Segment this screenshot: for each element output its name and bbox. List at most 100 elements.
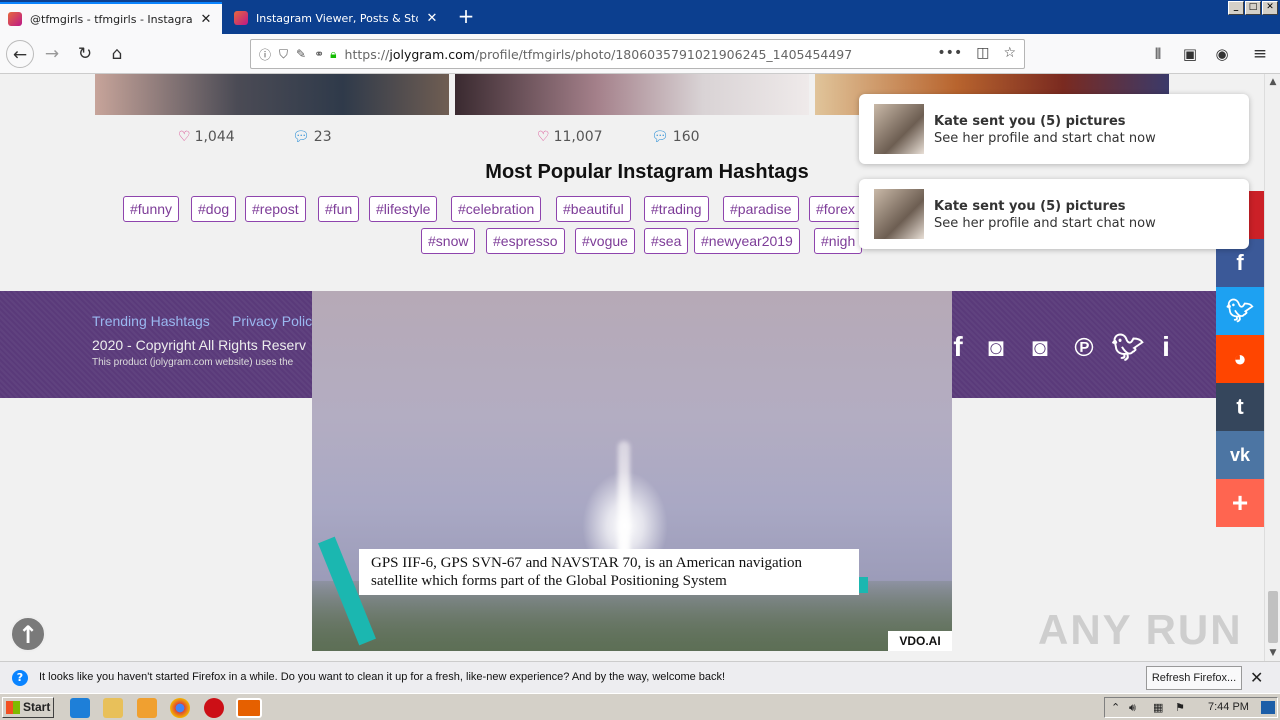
link-icon[interactable]: ⚭ (314, 47, 324, 61)
notification-title: Kate sent you (5) pictures (934, 114, 1126, 129)
flag-icon[interactable]: ⚑ (1175, 701, 1185, 714)
page-scrollbar[interactable]: ▲ ▼ (1264, 74, 1280, 661)
page-actions-icon[interactable]: ••• (937, 45, 962, 61)
sidebar-icon[interactable]: ▣ (1176, 40, 1204, 68)
close-icon[interactable]: ✕ (1250, 668, 1263, 687)
hashtag-link[interactable]: #forex (809, 196, 862, 222)
scroll-up-arrow-icon[interactable]: ▲ (1265, 74, 1280, 90)
hashtag-link[interactable]: #funny (123, 196, 180, 222)
video-ad-player[interactable]: GPS IIF-6, GPS SVN-67 and NAVSTAR 70, is… (312, 291, 952, 651)
footer-link-trending-hashtags[interactable]: Trending Hashtags (92, 313, 210, 329)
hashtag-link[interactable]: #nigh (814, 228, 863, 254)
share-tumblr-button[interactable]: t (1216, 383, 1264, 431)
chat-notification[interactable]: Kate sent you (5) pictures See her profi… (859, 179, 1249, 249)
instagram-icon[interactable]: ◙ (978, 329, 1014, 365)
caption-line: satellite which forms part of the Global… (371, 573, 727, 589)
ie-icon[interactable] (70, 698, 90, 718)
account-icon[interactable]: ◉ (1208, 40, 1236, 68)
hashtag-link[interactable]: #paradise (723, 196, 799, 222)
footer-link-privacy-policy[interactable]: Privacy Polic (232, 313, 312, 329)
instagram-icon[interactable]: ◙ (1022, 329, 1058, 365)
hashtag-link[interactable]: #celebration (451, 196, 542, 222)
hashtag-link[interactable]: #trading (644, 196, 709, 222)
hashtag-link[interactable]: #dog (191, 196, 237, 222)
heart-icon: ♡ (537, 129, 550, 145)
share-reddit-button[interactable]: ◕ (1216, 335, 1264, 383)
url-text[interactable]: https://jolygram.com/profile/tfmgirls/ph… (345, 47, 853, 62)
permissions-icon[interactable]: ✎ (296, 47, 306, 61)
hashtag-link[interactable]: #snow (421, 228, 476, 254)
media-player-icon[interactable] (137, 698, 157, 718)
explorer-icon[interactable] (103, 698, 123, 718)
close-window-button[interactable]: ✕ (1262, 1, 1278, 15)
vdo-ai-badge[interactable]: VDO.AI (888, 631, 952, 651)
lock-icon[interactable]: 🔒︎ (330, 47, 336, 62)
windows-logo-icon (6, 701, 20, 714)
info-icon[interactable]: i (1148, 329, 1184, 365)
tab-tfmgirls[interactable]: @tfmgirls - tfmgirls - Instagram Po ✕ (0, 2, 222, 34)
comments-count: 23 (313, 129, 332, 145)
start-button[interactable]: Start (2, 697, 54, 718)
hashtag-link[interactable]: #vogue (575, 228, 635, 254)
close-tab-icon[interactable]: ✕ (424, 11, 440, 26)
hashtag-link[interactable]: #beautiful (556, 196, 631, 222)
maximize-window-button[interactable]: □ (1245, 1, 1261, 15)
instagram-favicon-icon (234, 11, 248, 25)
clock: 7:44 PM (1208, 701, 1249, 713)
back-to-top-button[interactable]: ↑ (10, 616, 46, 652)
navigation-toolbar: ← → ↻ ⌂ ⓘ ⛉ ✎ ⚭ 🔒︎ https://jolygram.com/… (0, 34, 1280, 74)
instagram-favicon-icon (8, 12, 22, 26)
back-button[interactable]: ← (6, 40, 34, 68)
likes-count: 11,007 (553, 129, 603, 145)
notification-title: Kate sent you (5) pictures (934, 199, 1126, 214)
url-bar[interactable]: ⓘ ⛉ ✎ ⚭ 🔒︎ https://jolygram.com/profile/… (250, 39, 1025, 69)
opera-icon[interactable] (204, 698, 224, 718)
reload-button[interactable]: ↻ (71, 40, 99, 68)
share-vk-button[interactable]: vk (1216, 431, 1264, 479)
product-disclaimer: This product (jolygram.com website) uses… (92, 357, 294, 368)
bookmark-star-icon[interactable]: ☆ (1003, 45, 1016, 61)
notification-avatar (874, 189, 924, 239)
library-icon[interactable]: ⫴ (1144, 40, 1172, 68)
tracking-shield-icon[interactable]: ⛉ (279, 47, 288, 62)
comment-icon: 💬︎ (292, 129, 310, 145)
refresh-firefox-button[interactable]: Refresh Firefox... (1146, 666, 1242, 690)
firefox-notification-bar: ? It looks like you haven't started Fire… (0, 661, 1280, 693)
volume-icon[interactable]: 🔊︎ (1129, 701, 1136, 715)
new-tab-button[interactable]: + (452, 4, 480, 30)
tray-expand-icon[interactable]: ⌃ (1111, 701, 1120, 714)
pinterest-icon[interactable]: ℗ (1066, 329, 1102, 365)
share-twitter-button[interactable]: 🐦︎ (1216, 287, 1264, 335)
hashtag-link[interactable]: #sea (644, 228, 689, 254)
hashtag-link[interactable]: #newyear2019 (694, 228, 800, 254)
tab-title: @tfmgirls - tfmgirls - Instagram Po (30, 12, 192, 26)
system-tray: ⌃ 🔊︎ ▦ ⚑ 7:44 PM (1104, 697, 1278, 718)
minimize-window-button[interactable]: _ (1228, 1, 1244, 15)
pocket-icon[interactable]: ◫ (976, 45, 989, 61)
twitter-icon[interactable]: 🐦︎ (1110, 329, 1146, 365)
info-icon[interactable]: ⓘ (259, 46, 271, 63)
hashtag-link[interactable]: #fun (318, 196, 360, 222)
home-button[interactable]: ⌂ (103, 40, 131, 68)
menu-icon[interactable]: ≡ (1246, 40, 1274, 68)
firefox-taskbar-button[interactable] (236, 698, 262, 718)
heart-icon: ♡ (178, 129, 191, 145)
network-icon[interactable]: ▦ (1153, 701, 1163, 714)
post-thumbnail[interactable] (455, 74, 809, 115)
chat-notification[interactable]: Kate sent you (5) pictures See her profi… (859, 94, 1249, 164)
tab-instagram-viewer[interactable]: Instagram Viewer, Posts & Story 8 ✕ (226, 2, 448, 34)
close-tab-icon[interactable]: ✕ (198, 12, 214, 27)
url-path: /profile/tfmgirls/photo/1806035791021906… (474, 46, 853, 62)
show-desktop-icon[interactable] (1261, 701, 1275, 714)
scrollbar-thumb[interactable] (1268, 591, 1278, 643)
comments-count: 160 (672, 129, 700, 145)
share-more-button[interactable]: + (1216, 479, 1264, 527)
hashtag-link[interactable]: #lifestyle (369, 196, 438, 222)
post-comments: 💬︎ 23 (292, 129, 332, 145)
hashtag-link[interactable]: #espresso (486, 228, 565, 254)
hashtag-link[interactable]: #repost (245, 196, 306, 222)
forward-button[interactable]: → (38, 40, 66, 68)
chrome-icon[interactable] (170, 698, 190, 718)
post-thumbnail[interactable] (95, 74, 449, 115)
scroll-down-arrow-icon[interactable]: ▼ (1265, 645, 1280, 661)
